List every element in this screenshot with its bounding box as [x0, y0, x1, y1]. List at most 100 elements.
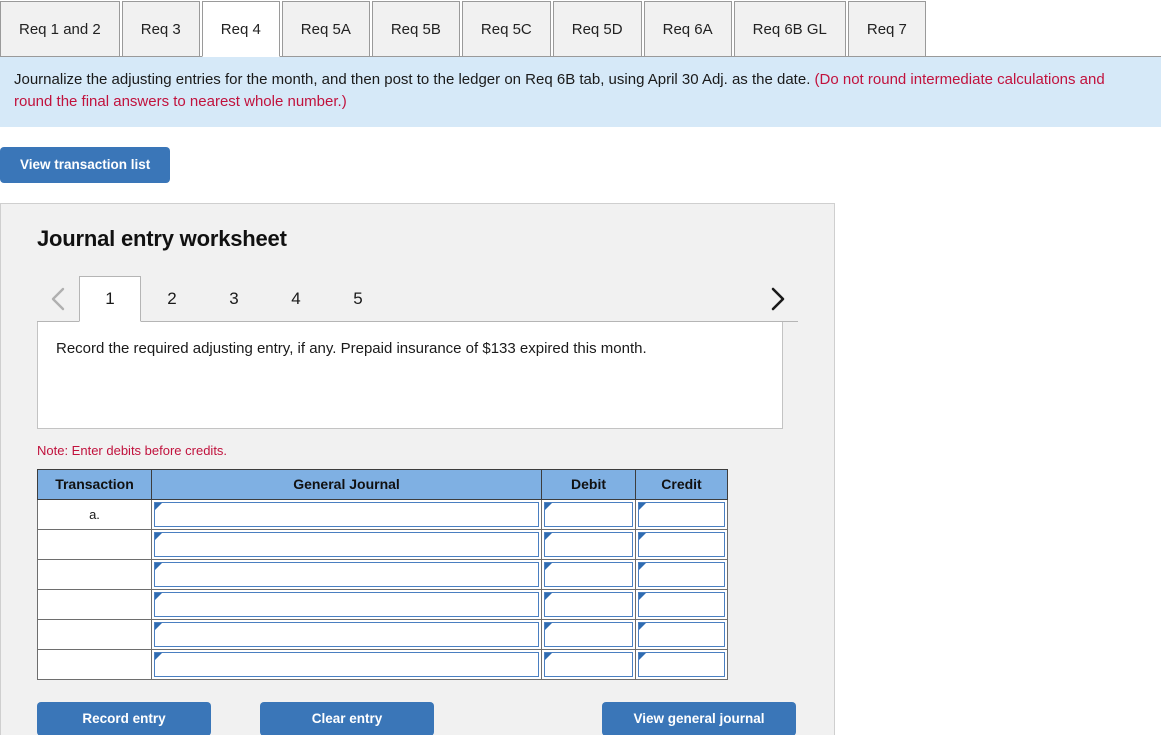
- cell-general-journal: [151, 588, 542, 620]
- credit-input[interactable]: [639, 592, 724, 616]
- debit-input-wrapper[interactable]: [544, 531, 633, 557]
- instruction-banner-main-text: Journalize the adjusting entries for the…: [14, 71, 815, 88]
- cell-credit: [635, 588, 728, 620]
- general-journal-input[interactable]: [155, 622, 538, 646]
- cell-transaction: [37, 618, 152, 650]
- req-tab-req-5b[interactable]: Req 5B: [371, 1, 460, 57]
- column-header-credit: Credit: [635, 468, 728, 500]
- cell-transaction: [37, 558, 152, 590]
- table-header-row: Transaction General Journal Debit Credit: [37, 468, 728, 500]
- cell-transaction: [37, 648, 152, 680]
- pager-page-label: 5: [353, 288, 363, 308]
- table-row: [37, 648, 728, 680]
- general-journal-input[interactable]: [155, 502, 538, 526]
- req-tab-label: Req 7: [866, 20, 907, 38]
- pager-page-2[interactable]: 2: [141, 276, 203, 322]
- credit-input[interactable]: [639, 562, 724, 586]
- pager-page-list: 1 2 3 4 5: [79, 275, 389, 322]
- req-tab-label: Req 6B GL: [752, 20, 827, 38]
- cell-credit: [635, 558, 728, 590]
- req-tab-req-3[interactable]: Req 3: [121, 1, 200, 57]
- clear-entry-button[interactable]: Clear entry: [260, 701, 434, 735]
- cell-transaction: [37, 588, 152, 620]
- pager-page-4[interactable]: 4: [265, 276, 327, 322]
- entry-prompt-text: Record the required adjusting entry, if …: [37, 321, 783, 429]
- debit-input-wrapper[interactable]: [544, 591, 633, 617]
- req-tab-req-5c[interactable]: Req 5C: [461, 1, 551, 57]
- table-row: [37, 528, 728, 560]
- journal-entry-table-body: a.: [37, 498, 728, 680]
- debit-input-wrapper[interactable]: [544, 651, 633, 677]
- general-journal-input[interactable]: [155, 532, 538, 556]
- record-entry-button[interactable]: Record entry: [37, 701, 211, 735]
- pager-page-label: 1: [105, 288, 115, 308]
- cell-credit: [635, 648, 728, 680]
- general-journal-input[interactable]: [155, 652, 538, 676]
- cell-credit: [635, 528, 728, 560]
- general-journal-input-wrapper[interactable]: [154, 561, 539, 587]
- req-tab-req-6b-gl[interactable]: Req 6B GL: [733, 1, 846, 57]
- pager-page-5[interactable]: 5: [327, 276, 389, 322]
- req-tab-req-1-and-2[interactable]: Req 1 and 2: [0, 1, 120, 57]
- req-tab-req-5d[interactable]: Req 5D: [552, 1, 642, 57]
- general-journal-input-wrapper[interactable]: [154, 651, 539, 677]
- pager-page-label: 3: [229, 288, 239, 308]
- debit-input[interactable]: [545, 652, 632, 676]
- column-header-transaction: Transaction: [37, 468, 152, 500]
- credit-input[interactable]: [639, 532, 724, 556]
- journal-entry-table: Transaction General Journal Debit Credit…: [37, 468, 728, 680]
- general-journal-input-wrapper[interactable]: [154, 531, 539, 557]
- debit-input[interactable]: [545, 562, 632, 586]
- debit-input-wrapper[interactable]: [544, 501, 633, 527]
- debit-input[interactable]: [545, 502, 632, 526]
- debit-input[interactable]: [545, 532, 632, 556]
- column-header-general-journal: General Journal: [151, 468, 542, 500]
- general-journal-input-wrapper[interactable]: [154, 591, 539, 617]
- credit-input[interactable]: [639, 652, 724, 676]
- general-journal-input-wrapper[interactable]: [154, 501, 539, 527]
- debit-input[interactable]: [545, 592, 632, 616]
- debit-input-wrapper[interactable]: [544, 621, 633, 647]
- journal-entry-worksheet-panel: Journal entry worksheet 1 2 3 4 5 Record the…: [0, 202, 835, 735]
- credit-input-wrapper[interactable]: [638, 591, 725, 617]
- general-journal-input-wrapper[interactable]: [154, 621, 539, 647]
- debit-input[interactable]: [545, 622, 632, 646]
- credit-input[interactable]: [639, 622, 724, 646]
- req-tab-label: Req 5D: [571, 20, 623, 38]
- credit-input-wrapper[interactable]: [638, 501, 725, 527]
- pager-page-3[interactable]: 3: [203, 276, 265, 322]
- cell-transaction: [37, 528, 152, 560]
- cell-debit: [541, 618, 636, 650]
- pager-next-button[interactable]: [756, 276, 798, 322]
- general-journal-input[interactable]: [155, 592, 538, 616]
- view-general-journal-button[interactable]: View general journal: [602, 701, 796, 735]
- table-row: [37, 588, 728, 620]
- credit-input-wrapper[interactable]: [638, 621, 725, 647]
- debit-input-wrapper[interactable]: [544, 561, 633, 587]
- general-journal-input[interactable]: [155, 562, 538, 586]
- req-tab-req-5a[interactable]: Req 5A: [281, 1, 370, 57]
- credit-input-wrapper[interactable]: [638, 531, 725, 557]
- cell-general-journal: [151, 498, 542, 530]
- credit-input-wrapper[interactable]: [638, 561, 725, 587]
- req-tab-label: Req 5A: [300, 20, 351, 38]
- worksheet-footer: Record entry Clear entry View general jo…: [37, 701, 798, 735]
- pager-page-1[interactable]: 1: [79, 275, 141, 322]
- cell-debit: [541, 528, 636, 560]
- view-transaction-list-button[interactable]: View transaction list: [0, 146, 171, 183]
- pager-page-label: 2: [167, 288, 177, 308]
- cell-general-journal: [151, 618, 542, 650]
- cell-credit: [635, 618, 728, 650]
- req-tab-req-7[interactable]: Req 7: [847, 1, 926, 57]
- credit-input-wrapper[interactable]: [638, 651, 725, 677]
- credit-input[interactable]: [639, 502, 724, 526]
- chevron-right-icon: [771, 287, 785, 310]
- req-tab-req-6a[interactable]: Req 6A: [643, 1, 732, 57]
- req-tab-req-4[interactable]: Req 4: [201, 1, 280, 57]
- pager-page-label: 4: [291, 288, 301, 308]
- requirement-tab-strip: Req 1 and 2 Req 3 Req 4 Req 5A Req 5B Req 5C R…: [0, 0, 1161, 57]
- debits-before-credits-note: Note: Enter debits before credits.: [37, 442, 228, 458]
- chevron-left-icon: [51, 287, 65, 310]
- column-header-debit: Debit: [541, 468, 636, 500]
- pager-prev-button[interactable]: [37, 276, 79, 322]
